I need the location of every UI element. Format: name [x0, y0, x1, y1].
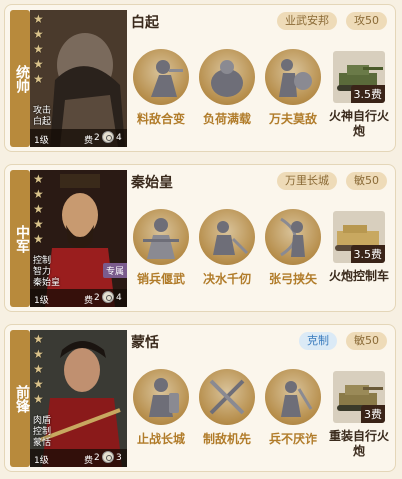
skill-icon-3[interactable]: [265, 49, 321, 105]
cost-label: 费: [84, 296, 94, 306]
troop-card[interactable]: 3.5费: [333, 211, 385, 263]
coin-icon: [102, 131, 114, 143]
exclusive-badge: 专属: [102, 263, 127, 278]
hero-portrait[interactable]: ★ ★ ★ ★ ★ 肉盾 控制 蒙恬 1级 费 2 3: [30, 330, 127, 467]
trait-tag: 业武安邦: [277, 12, 337, 30]
skill-label: 制敌机先: [202, 432, 251, 446]
cost-label: 费: [84, 136, 94, 146]
skill-label: 止战长城: [136, 432, 185, 446]
coin-icon: [102, 291, 114, 303]
portrait-footer: 1级 费 2 3: [30, 449, 127, 467]
hero-card-qinshihuang[interactable]: 中军 ★ ★ ★ ★ ★ 控制 智力 秦始皇 专属 1级 费 2 4 秦始皇 万…: [4, 164, 396, 312]
hero-name: 秦始皇: [131, 175, 173, 191]
role-badge: 中军: [10, 170, 30, 307]
hero-card-baiqi[interactable]: 统帅 ★ ★ ★ ★ ★ 攻击 白起 1级 费 2 4 白起 业武安邦 攻50: [4, 4, 396, 152]
skill-icon-3[interactable]: [265, 209, 321, 265]
troop-name: 火炮控制车: [328, 269, 389, 283]
skill-label: 兵不厌诈: [268, 432, 317, 446]
skill-label: 销兵偃武: [136, 272, 185, 286]
star-icon: ★: [33, 217, 44, 231]
portrait-footer: 1级 费 2 4: [30, 129, 127, 147]
troop-fee: 3.5费: [350, 85, 385, 103]
troop-name: 重装自行火炮: [328, 429, 389, 458]
star-icon: ★: [33, 362, 44, 376]
skill-label: 料敌合变: [136, 112, 185, 126]
hero-name: 白起: [131, 15, 159, 31]
role-badge: 前锋: [10, 330, 30, 467]
star-rating: ★ ★ ★ ★ ★: [33, 332, 47, 407]
star-icon: ★: [33, 12, 44, 26]
troop-fee: 3.5费: [350, 245, 385, 263]
star-icon: ★: [33, 72, 44, 86]
cost-value: 2: [94, 453, 100, 463]
troop-fee: 3费: [361, 405, 385, 423]
skill-icon-1[interactable]: [133, 49, 189, 105]
star-icon: ★: [33, 377, 44, 391]
skill-icon-2[interactable]: [199, 369, 255, 425]
star-rating: ★ ★ ★ ★ ★: [33, 12, 47, 87]
star-icon: ★: [33, 347, 44, 361]
star-icon: ★: [33, 42, 44, 56]
level-text: 1级: [34, 136, 49, 146]
star-icon: ★: [33, 232, 44, 246]
star-icon: ★: [33, 57, 44, 71]
portrait-tags: 攻击 白起: [33, 106, 52, 127]
skill-icon-2[interactable]: [199, 49, 255, 105]
hero-card-mengtian[interactable]: 前锋 ★ ★ ★ ★ ★ 肉盾 控制 蒙恬 1级 费 2 3 蒙恬 克制 敏50…: [4, 324, 396, 472]
skill-label: 决水千仞: [202, 272, 251, 286]
stat-tag: 敏50: [346, 172, 387, 190]
star-icon: ★: [33, 392, 44, 406]
coin-icon: [102, 451, 114, 463]
stat-tag: 敏50: [346, 332, 387, 350]
cost-value: 2: [94, 133, 100, 143]
star-icon: ★: [33, 332, 44, 346]
hero-portrait[interactable]: ★ ★ ★ ★ ★ 控制 智力 秦始皇 专属 1级 费 2 4: [30, 170, 127, 307]
skill-icon-1[interactable]: [133, 209, 189, 265]
cost-label: 费: [84, 456, 94, 466]
troop-name: 火神自行火炮: [328, 109, 389, 138]
cost-num: 4: [116, 293, 122, 303]
skill-label: 万夫莫敌: [268, 112, 317, 126]
cost-num: 4: [116, 133, 122, 143]
portrait-tags: 肉盾 控制 蒙恬: [33, 416, 52, 448]
hero-portrait[interactable]: ★ ★ ★ ★ ★ 攻击 白起 1级 费 2 4: [30, 10, 127, 147]
portrait-tags: 控制 智力 秦始皇: [33, 256, 61, 288]
skill-icon-2[interactable]: [199, 209, 255, 265]
portrait-footer: 1级 费 2 4: [30, 289, 127, 307]
skill-label: 张弓挟矢: [268, 272, 317, 286]
troop-card[interactable]: 3费: [333, 371, 385, 423]
stat-tag: 攻50: [346, 12, 387, 30]
hero-name: 蒙恬: [131, 335, 159, 351]
trait-tag: 万里长城: [277, 172, 337, 190]
skill-icon-1[interactable]: [133, 369, 189, 425]
star-icon: ★: [33, 172, 44, 186]
skill-icon-3[interactable]: [265, 369, 321, 425]
level-text: 1级: [34, 296, 49, 306]
star-rating: ★ ★ ★ ★ ★: [33, 172, 47, 247]
skill-label: 负荷满载: [202, 112, 251, 126]
troop-card[interactable]: 3.5费: [333, 51, 385, 103]
role-badge: 统帅: [10, 10, 30, 147]
cost-num: 3: [116, 453, 122, 463]
cost-value: 2: [94, 293, 100, 303]
star-icon: ★: [33, 187, 44, 201]
star-icon: ★: [33, 202, 44, 216]
counter-tag: 克制: [299, 332, 337, 350]
level-text: 1级: [34, 456, 49, 466]
star-icon: ★: [33, 27, 44, 41]
